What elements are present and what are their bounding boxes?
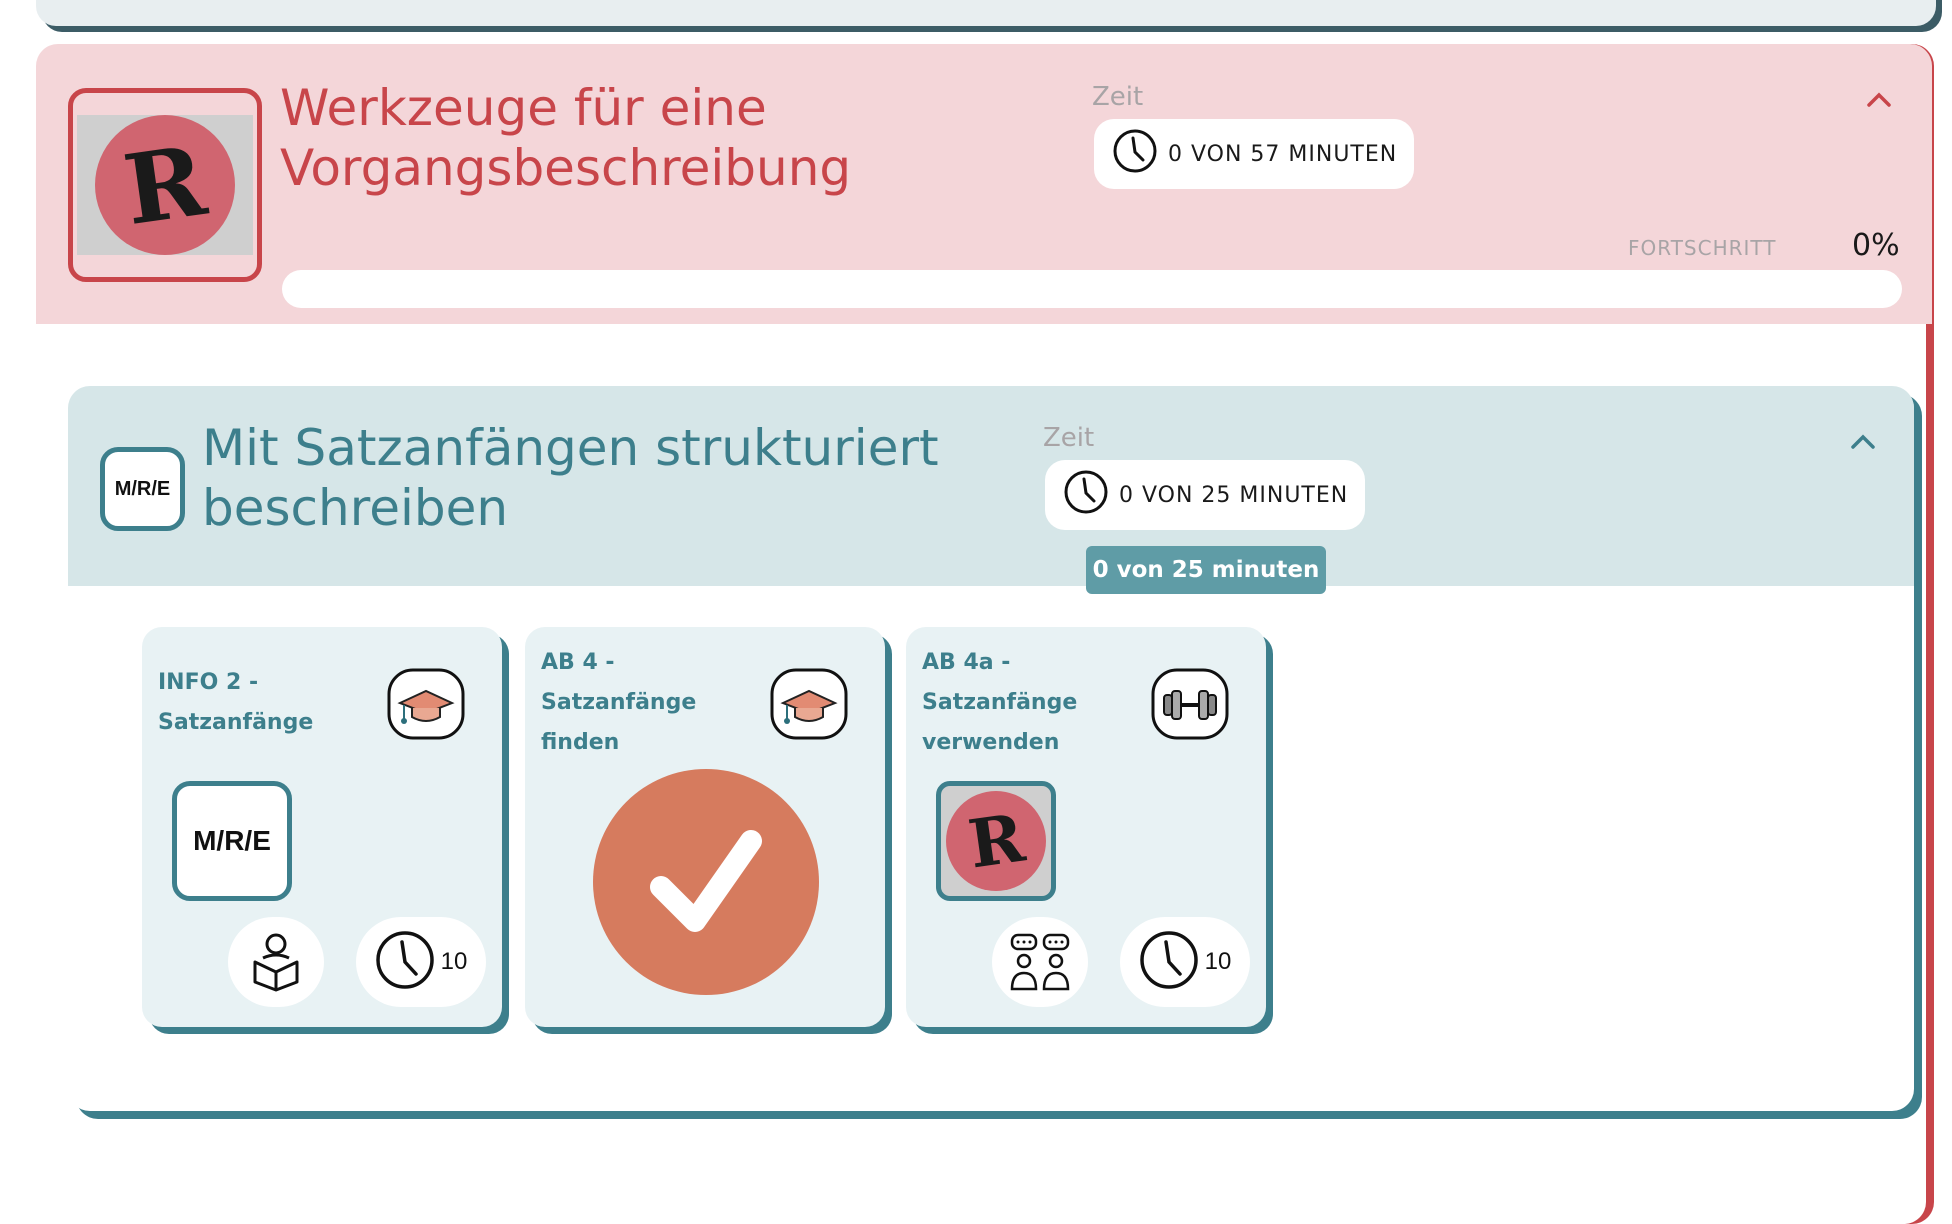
duration-badge: 10	[356, 917, 486, 1007]
duration-badge: 10	[1120, 917, 1250, 1007]
dumbbell-icon	[1150, 667, 1230, 741]
subsection-time-value: 0 VON 25 MINUTEN	[1119, 482, 1349, 508]
r-logo-letter: R	[117, 123, 213, 247]
checkmark-icon	[650, 830, 762, 932]
section-time-label: Zeit	[1092, 82, 1144, 112]
progress-percent: 0%	[1852, 228, 1900, 263]
subsection-title: Mit Satzanfängen strukturiert beschreibe…	[202, 419, 939, 537]
time-tooltip: 0 von 25 minuten	[1086, 546, 1326, 594]
mre-badge: M/R/E	[172, 781, 292, 901]
card-title: AB 4a - Satzanfänge verwenden	[922, 650, 1078, 755]
partner-discussion-icon	[992, 917, 1088, 1007]
graduation-cap-icon	[386, 667, 466, 741]
clock-icon	[1139, 930, 1199, 994]
graduation-cap-icon	[769, 667, 849, 741]
section-time-pill: 0 VON 57 MINUTEN	[1094, 119, 1414, 189]
duration-value: 10	[440, 948, 468, 975]
r-logo-circle: R	[95, 115, 235, 255]
reading-person-icon	[228, 917, 324, 1007]
subsection-time-label: Zeit	[1043, 423, 1095, 453]
r-badge: R	[936, 781, 1056, 901]
section-logo: R	[68, 88, 262, 282]
task-card-ab-4[interactable]: AB 4 - Satzanfänge finden	[525, 627, 885, 1027]
section-time-value: 0 VON 57 MINUTEN	[1168, 141, 1398, 167]
clock-icon	[1112, 128, 1158, 180]
task-card-ab-4a[interactable]: AB 4a - Satzanfänge verwenden R 10	[906, 627, 1266, 1027]
previous-section-card	[36, 0, 1936, 26]
progress-bar	[282, 270, 1902, 308]
card-title: INFO 2 - Satzanfänge	[158, 670, 314, 735]
clock-icon	[375, 930, 435, 994]
duration-value: 10	[1204, 948, 1232, 975]
clock-icon	[1063, 469, 1109, 521]
mre-badge: M/R/E	[100, 447, 185, 531]
r-logo-letter: R	[963, 798, 1029, 884]
task-card-info-2[interactable]: INFO 2 - Satzanfänge M/R/E 10	[142, 627, 502, 1027]
r-logo-circle: R	[946, 791, 1046, 891]
progress-label: FORTSCHRITT	[1628, 236, 1777, 260]
section-title: Werkzeuge für eine Vorgangsbeschreibung	[280, 79, 852, 197]
collapse-chevron-icon[interactable]	[1866, 90, 1891, 112]
collapse-chevron-icon[interactable]	[1850, 432, 1875, 454]
subsection-time-pill[interactable]: 0 VON 25 MINUTEN	[1045, 460, 1365, 530]
card-title: AB 4 - Satzanfänge finden	[541, 650, 697, 755]
completed-status	[593, 769, 819, 995]
